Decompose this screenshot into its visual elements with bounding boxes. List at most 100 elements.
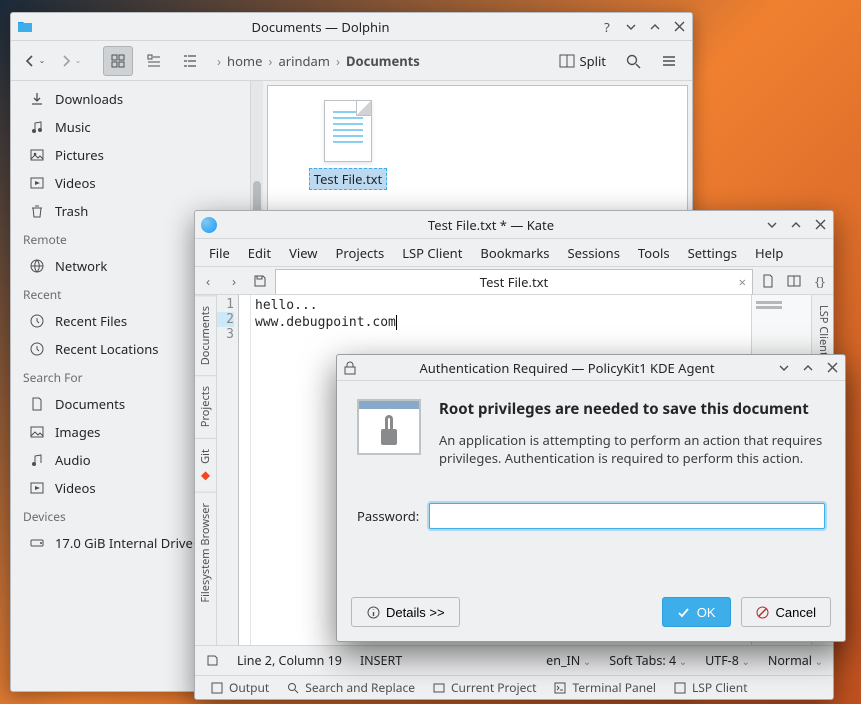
check-icon [677,605,691,619]
close-icon[interactable] [672,20,686,34]
kate-menubar: File Edit View Projects LSP Client Bookm… [195,239,833,267]
network-icon [29,258,45,274]
menu-edit[interactable]: Edit [240,240,279,266]
kate-app-icon [201,217,217,233]
details-view-button[interactable] [175,46,205,76]
hamburger-menu-button[interactable] [654,46,684,76]
status-locale[interactable]: en_IN [546,652,591,669]
status-encoding[interactable]: UTF-8 [705,652,750,669]
help-icon[interactable]: ? [600,20,614,34]
sidebar-item-label: Music [55,118,91,136]
details-button[interactable]: Details >> [351,597,460,627]
kate-left-side-tabs: Documents Projects ◆Git Filesystem Brows… [195,295,217,645]
new-doc-button[interactable] [755,274,781,288]
cancel-button[interactable]: Cancel [741,597,831,627]
split-label: Split [579,52,606,70]
sidebar-item-downloads[interactable]: Downloads [11,85,250,113]
ok-button[interactable]: OK [662,597,731,627]
minimize-icon[interactable] [624,20,638,34]
status-eol[interactable]: Normal [768,652,823,669]
videos-icon [29,175,45,191]
kate-bottom-tabs: Output Search and Replace Current Projec… [195,675,833,699]
status-mode[interactable]: INSERT [360,652,402,669]
compact-view-button[interactable] [139,46,169,76]
sidetab-projects[interactable]: Projects [195,375,216,437]
menu-settings[interactable]: Settings [680,240,745,266]
documents-icon [29,396,45,412]
polkit-body-text: An application is attempting to perform … [439,431,825,467]
save-state-icon [205,654,219,668]
bottom-tab-terminal[interactable]: Terminal Panel [554,679,656,696]
code-line: www.debugpoint.com [255,314,747,331]
braces-icon[interactable]: {} [807,272,833,290]
sidebar-item-label: Documents [55,395,125,413]
sidebar-item-label: Network [55,257,107,275]
status-indent[interactable]: Soft Tabs: 4 [609,652,687,669]
sidebar-item-label: Recent Files [55,312,127,330]
menu-sessions[interactable]: Sessions [560,240,628,266]
forward-button[interactable] [55,46,85,76]
crumb-current[interactable]: Documents [344,48,422,74]
kate-statusbar: Line 2, Column 19 INSERT en_IN Soft Tabs… [195,645,833,675]
recent-locations-icon [29,341,45,357]
file-name-label[interactable]: Test File.txt [309,168,387,190]
polkit-titlebar: Authentication Required — PolicyKit1 KDE… [337,355,845,381]
line-number: 3 [217,327,234,342]
password-input[interactable] [429,503,825,529]
breadcrumb[interactable]: › home › arindam › Documents [217,48,547,74]
sidebar-item-videos[interactable]: Videos [11,169,250,197]
sidebar-item-label: Downloads [55,90,123,108]
git-icon: ◆ [198,469,213,482]
menu-projects[interactable]: Projects [328,240,393,266]
bottom-tab-lsp[interactable]: LSP Client [674,679,748,696]
minimize-icon[interactable] [777,361,791,375]
menu-view[interactable]: View [281,240,325,266]
sidetab-git[interactable]: ◆Git [195,438,216,493]
tab-active[interactable]: Test File.txt × [275,269,753,294]
maximize-icon[interactable] [648,20,662,34]
tab-close-icon[interactable]: × [739,273,746,291]
chevron-right-icon: › [217,52,221,70]
menu-lsp[interactable]: LSP Client [394,240,470,266]
images-icon [29,424,45,440]
bottom-tab-output[interactable]: Output [211,679,269,696]
menu-help[interactable]: Help [747,240,791,266]
text-file-icon [324,100,372,162]
sidetab-filesystem[interactable]: Filesystem Browser [195,492,216,613]
sidebar-item-pictures[interactable]: Pictures [11,141,250,169]
line-number: 2 [217,312,234,327]
pictures-icon [29,147,45,163]
sidebar-item-music[interactable]: Music [11,113,250,141]
file-item[interactable]: Test File.txt [308,100,388,190]
split-view-button[interactable] [781,274,807,288]
info-icon [366,605,380,619]
minimize-icon[interactable] [765,218,779,232]
trash-icon [29,203,45,219]
menu-bookmarks[interactable]: Bookmarks [472,240,557,266]
search-button[interactable] [618,46,648,76]
bottom-tab-search[interactable]: Search and Replace [287,679,415,696]
videos-icon [29,480,45,496]
dolphin-app-icon [17,19,33,35]
crumb-user[interactable]: arindam [276,48,332,74]
back-button[interactable] [19,46,49,76]
password-label: Password: [357,507,419,525]
tab-prev-button[interactable]: ‹ [195,272,221,290]
icons-view-button[interactable] [103,46,133,76]
close-icon[interactable] [825,361,839,375]
polkit-app-icon [343,361,357,375]
sidetab-documents[interactable]: Documents [195,295,216,375]
crumb-home[interactable]: home [225,48,264,74]
save-button[interactable] [247,274,273,288]
download-icon [29,91,45,107]
maximize-icon[interactable] [789,218,803,232]
split-button[interactable]: Split [553,48,612,74]
drive-icon [29,535,45,551]
menu-tools[interactable]: Tools [630,240,678,266]
maximize-icon[interactable] [801,361,815,375]
close-icon[interactable] [813,218,827,232]
tab-next-button[interactable]: › [221,272,247,290]
menu-file[interactable]: File [201,240,238,266]
bottom-tab-project[interactable]: Current Project [433,679,537,696]
status-position[interactable]: Line 2, Column 19 [237,652,342,669]
